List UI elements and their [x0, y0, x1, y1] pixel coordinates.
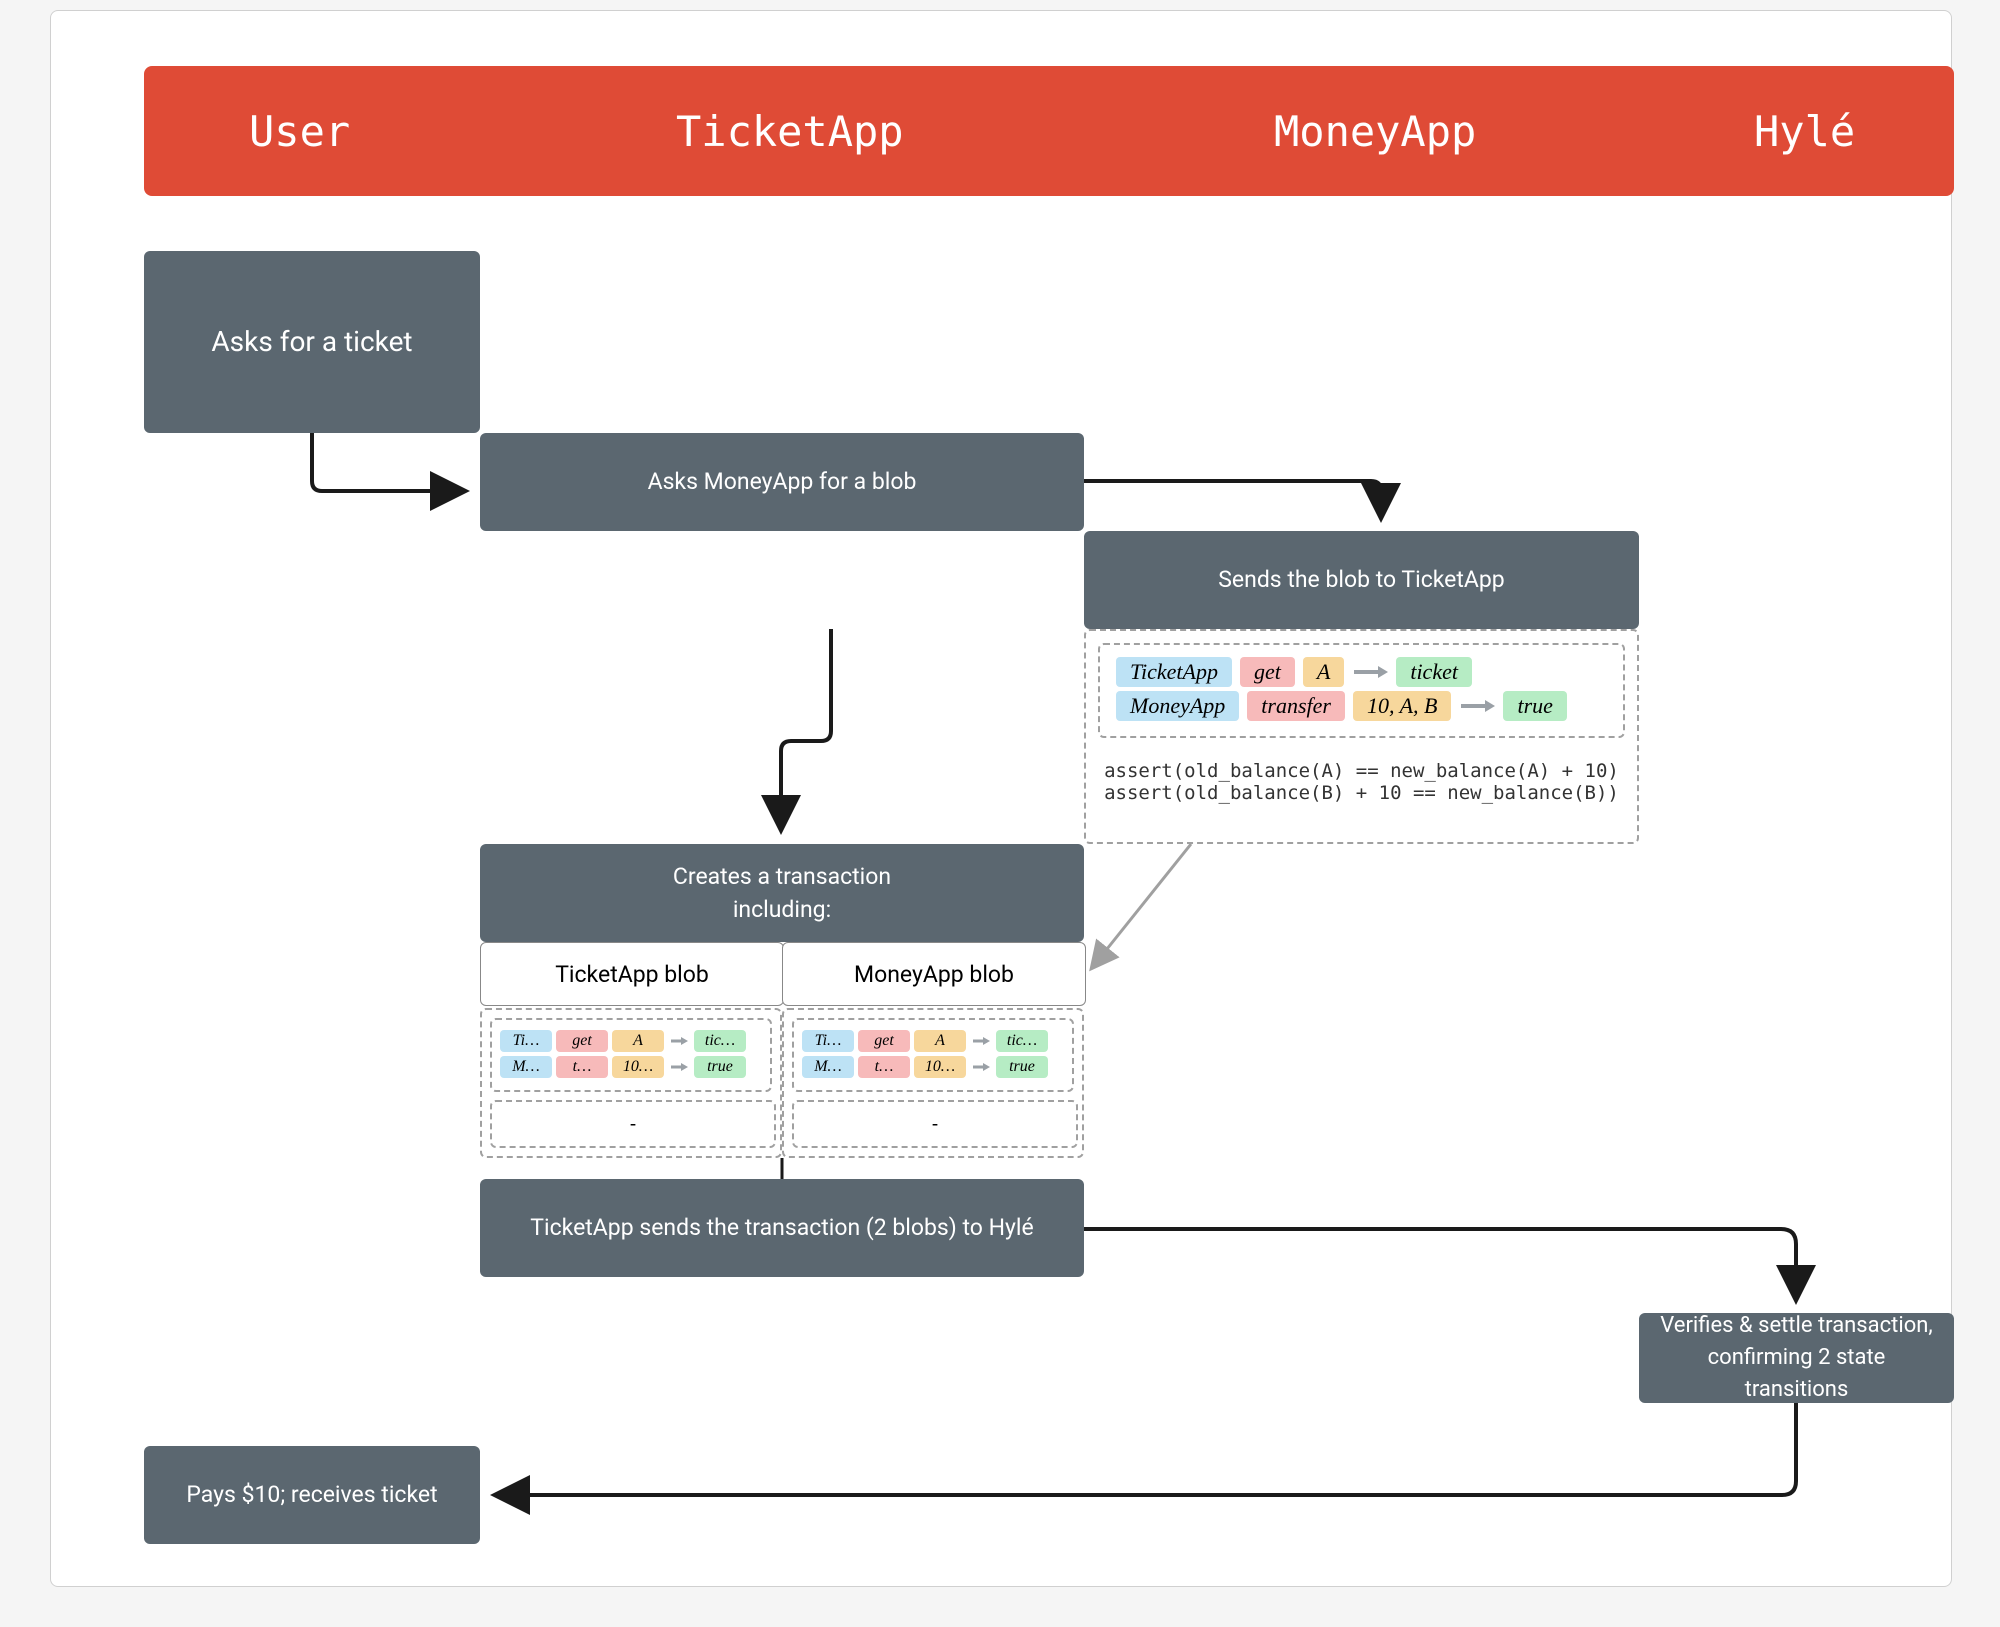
mini-blob-rows: Ti… get A tic… M… t… 10… true [490, 1018, 772, 1092]
chip: get [556, 1030, 608, 1052]
step-ask-blob: Asks MoneyApp for a blob [480, 433, 1084, 531]
arrow-icon [1352, 664, 1388, 680]
moneyapp-blob-label: MoneyApp blob [782, 942, 1086, 1006]
step-create-tx: Creates a transaction including: [480, 844, 1084, 942]
mini-blob-dash: - [490, 1100, 776, 1148]
chip: t… [556, 1056, 608, 1078]
chip: 10, A, B [1353, 691, 1451, 721]
arrow-icon [670, 1036, 688, 1046]
chip: tic… [996, 1030, 1048, 1052]
chip: t… [858, 1056, 910, 1078]
lane-ticketapp: TicketApp [676, 107, 904, 156]
text: - [932, 1112, 938, 1136]
chip: M… [802, 1056, 854, 1078]
chip: true [694, 1056, 746, 1078]
row: Ti… get A tic… [498, 1030, 764, 1052]
chip: A [1303, 657, 1344, 687]
step-verify: Verifies & settle transaction, confirmin… [1639, 1313, 1954, 1403]
text: Sends the blob to TicketApp [1218, 563, 1504, 596]
chip: 10… [914, 1056, 966, 1078]
step-pays: Pays $10; receives ticket [144, 1446, 480, 1544]
chip: true [996, 1056, 1048, 1078]
lanes-header: User TicketApp MoneyApp Hylé [144, 66, 1954, 196]
chip: Ti… [802, 1030, 854, 1052]
mini-blob-left: Ti… get A tic… M… t… 10… true - [480, 1008, 782, 1158]
text: - [630, 1112, 636, 1136]
diagram-root: User TicketApp MoneyApp Hylé Asks for a … [0, 0, 2000, 1627]
text: MoneyApp blob [854, 961, 1014, 988]
text: TicketApp sends the transaction (2 blobs… [530, 1211, 1033, 1244]
blob-rows: TicketApp get A ticket MoneyApp transfer… [1098, 643, 1625, 738]
chip: get [858, 1030, 910, 1052]
text: Creates a transaction [673, 860, 891, 893]
diagram-canvas: User TicketApp MoneyApp Hylé Asks for a … [50, 10, 1952, 1587]
step-send-blob: Sends the blob to TicketApp [1084, 531, 1639, 629]
chip: ticket [1396, 657, 1472, 687]
mini-blob-right: Ti… get A tic… M… t… 10… true - [782, 1008, 1084, 1158]
chip: 10… [612, 1056, 664, 1078]
blob-row-1: TicketApp get A ticket [1112, 657, 1611, 687]
blob-detail-panel: TicketApp get A ticket MoneyApp transfer… [1084, 629, 1639, 844]
text: confirming 2 state transitions [1657, 1342, 1936, 1406]
text: Pays $10; receives ticket [186, 1478, 437, 1511]
chip: A [914, 1030, 966, 1052]
row: Ti… get A tic… [800, 1030, 1066, 1052]
lane-hyle: Hylé [1754, 107, 1855, 156]
step-send-tx: TicketApp sends the transaction (2 blobs… [480, 1179, 1084, 1277]
text: including: [733, 893, 831, 926]
ticketapp-blob-label: TicketApp blob [480, 942, 784, 1006]
text: Verifies & settle transaction, [1660, 1310, 1932, 1342]
blob-row-2: MoneyApp transfer 10, A, B true [1112, 691, 1611, 721]
assert-line: assert(old_balance(B) + 10 == new_balanc… [1098, 782, 1625, 804]
mini-blob-dash: - [792, 1100, 1078, 1148]
arrow-icon [670, 1062, 688, 1072]
text: Asks MoneyApp for a blob [648, 465, 917, 498]
text: TicketApp blob [555, 961, 709, 988]
lane-moneyapp: MoneyApp [1274, 107, 1476, 156]
row: M… t… 10… true [498, 1056, 764, 1078]
chip: get [1240, 657, 1295, 687]
chip: tic… [694, 1030, 746, 1052]
chip: MoneyApp [1116, 691, 1239, 721]
chip: M… [500, 1056, 552, 1078]
chip: transfer [1247, 691, 1345, 721]
chip: Ti… [500, 1030, 552, 1052]
arrow-icon [1459, 698, 1495, 714]
step-ask-ticket: Asks for a ticket [144, 251, 480, 433]
row: M… t… 10… true [800, 1056, 1066, 1078]
arrow-icon [972, 1036, 990, 1046]
assert-line: assert(old_balance(A) == new_balance(A) … [1098, 760, 1625, 782]
lane-user: User [249, 107, 350, 156]
assert-block: assert(old_balance(A) == new_balance(A) … [1098, 760, 1625, 804]
chip: TicketApp [1116, 657, 1232, 687]
mini-blob-rows: Ti… get A tic… M… t… 10… true [792, 1018, 1074, 1092]
chip: true [1503, 691, 1566, 721]
arrow-icon [972, 1062, 990, 1072]
text: Asks for a ticket [211, 322, 412, 363]
chip: A [612, 1030, 664, 1052]
